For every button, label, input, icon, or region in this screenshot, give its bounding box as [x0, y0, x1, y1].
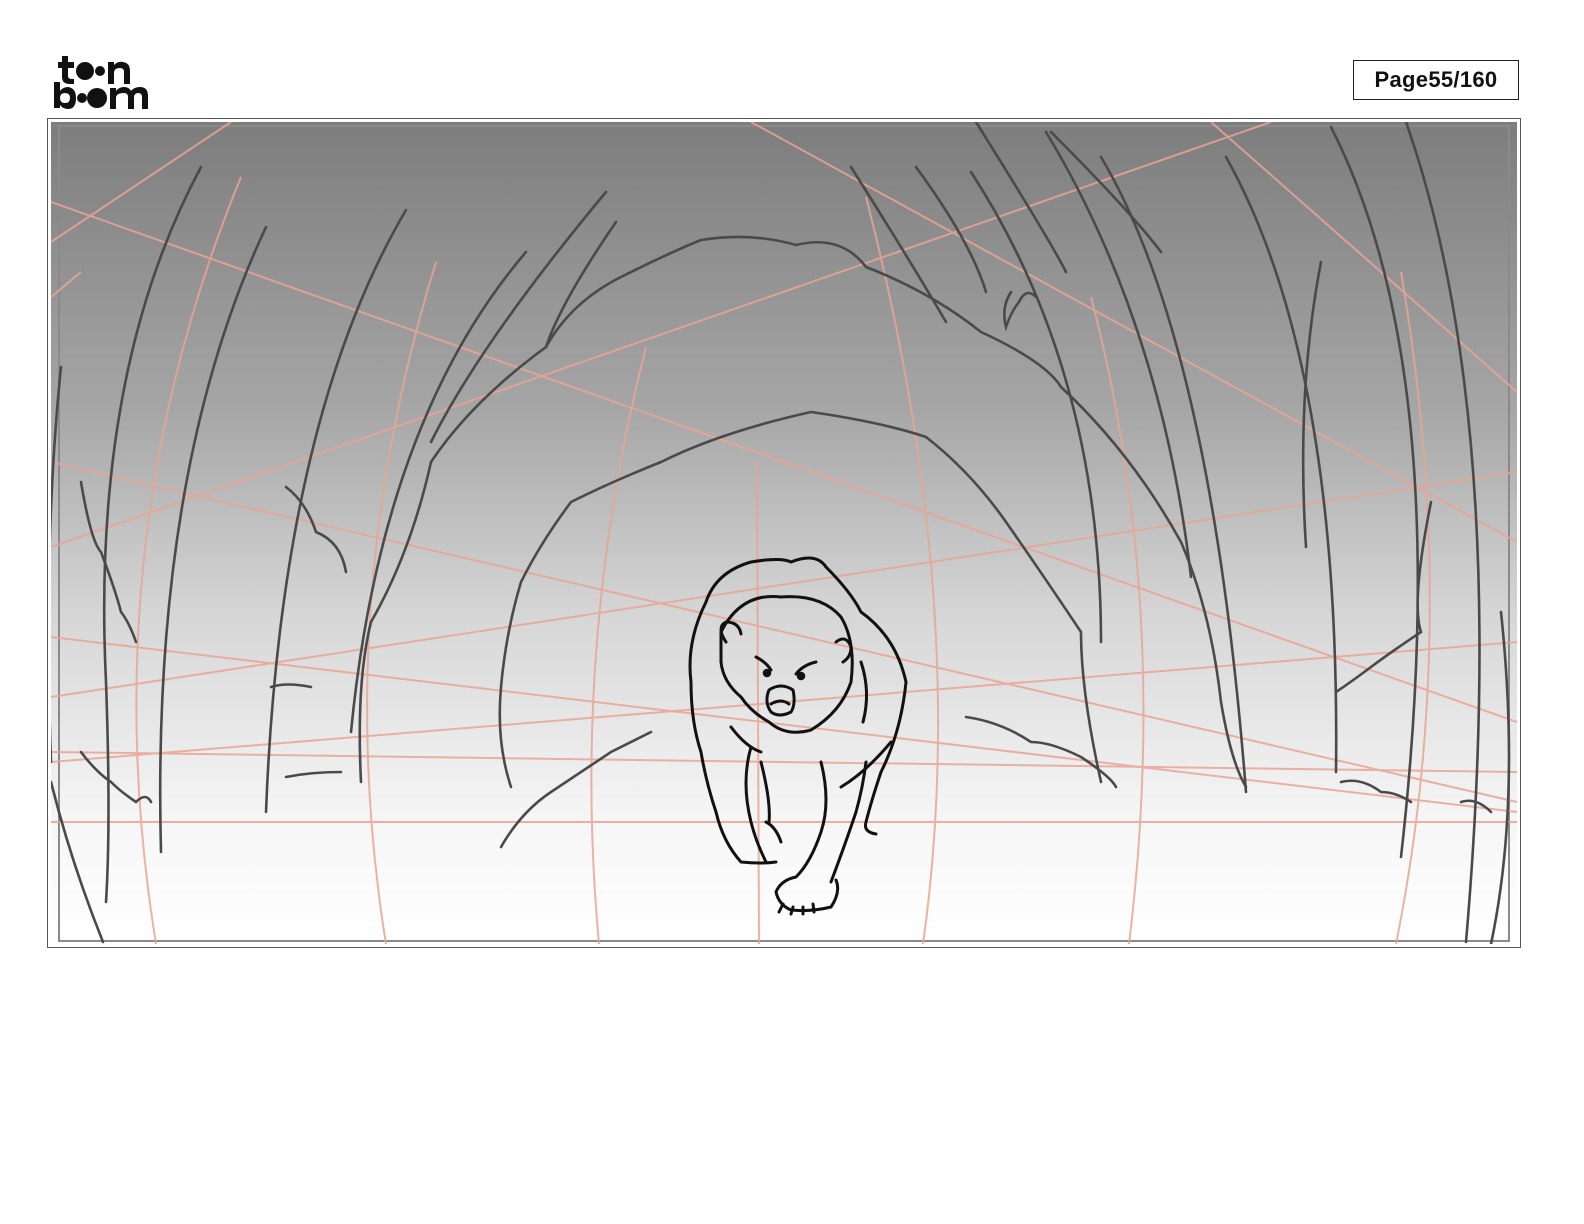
logo-icon: toon: [54, 56, 148, 109]
storyboard-panel-drawing-icon: [51, 122, 1517, 944]
page-label: Page: [1374, 67, 1429, 92]
page-number: 55/160: [1428, 67, 1498, 92]
toon-boom-logo: toon: [52, 52, 164, 112]
page-number-box: Page 55/160: [1353, 60, 1519, 100]
storyboard-panel: [51, 122, 1517, 944]
